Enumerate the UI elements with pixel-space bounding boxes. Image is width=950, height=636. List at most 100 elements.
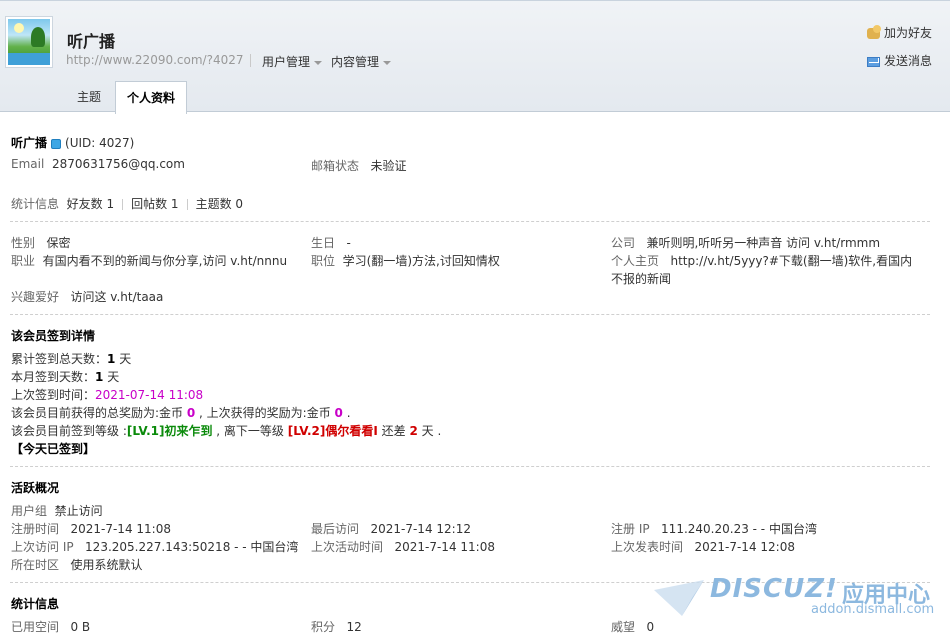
- profile-name-row: 听广播 (UID: 4027): [11, 134, 134, 151]
- reward-last-label: , 上次获得的奖励为:金币: [195, 406, 335, 420]
- email-status-value: 未验证: [370, 159, 407, 173]
- gender-label: 性别: [11, 236, 36, 250]
- email-value: 2870631756@qq.com: [51, 157, 185, 171]
- timezone-row: 所在时区 使用系统默认: [11, 556, 142, 573]
- send-message-link[interactable]: 发送消息: [867, 52, 932, 69]
- hobby-value: 访问这 v.ht/taaa: [70, 290, 164, 304]
- job-row: 职业 有国内看不到的新闻与你分享,访问 v.ht/nnnu: [11, 252, 287, 269]
- last-visit-label: 最后访问: [311, 522, 360, 536]
- add-friend-label: 加为好友: [884, 26, 933, 40]
- gender-value: 保密: [46, 236, 71, 250]
- usergroup-row: 用户组 禁止访问: [11, 502, 103, 519]
- add-friend-link[interactable]: 加为好友: [867, 24, 932, 41]
- last-active-value: 2021-7-14 11:08: [394, 540, 495, 554]
- last-visit-value: 2021-7-14 12:12: [370, 522, 471, 536]
- level-gap-label: 还差: [377, 424, 410, 438]
- homepage-row: 个人主页 http://v.ht/5yyy?#下载(翻一墙)软件,看国内: [611, 252, 912, 269]
- profile-name: 听广播: [11, 136, 48, 150]
- signin-total-label: 累计签到总天数：: [11, 352, 108, 366]
- divider: [186, 199, 188, 210]
- chevron-down-icon: [383, 60, 392, 65]
- last-ip-label: 上次访问 IP: [11, 540, 74, 554]
- stats-summary-row: 统计信息 好友数 1 回帖数 1 主题数 0: [11, 195, 243, 212]
- divider: [10, 466, 930, 467]
- add-friend-icon: [867, 25, 881, 39]
- reward-total-label: 该会员目前获得的总奖励为:金币: [11, 406, 187, 420]
- signin-month-row: 本月签到天数：1 天: [11, 368, 119, 385]
- job-label: 职业: [11, 254, 36, 268]
- reg-time-label: 注册时间: [11, 522, 60, 536]
- header-username: 听广播: [67, 32, 116, 51]
- last-active-row: 上次活动时间 2021-7-14 11:08: [311, 538, 495, 555]
- stats-summary-label: 统计信息: [11, 197, 60, 211]
- usergroup-value[interactable]: 禁止访问: [55, 504, 103, 518]
- user-manage-menu[interactable]: 用户管理: [262, 53, 323, 70]
- reward-total-value: 0: [186, 406, 196, 420]
- prestige-label: 威望: [611, 620, 636, 634]
- position-label: 职位: [311, 254, 336, 268]
- tab-topics[interactable]: 主题: [62, 81, 116, 113]
- birthday-value: -: [346, 236, 351, 250]
- reg-ip-label: 注册 IP: [611, 522, 650, 536]
- position-row: 职位 学习(翻一墙)方法,讨回知情权: [311, 252, 500, 269]
- content-manage-menu[interactable]: 内容管理: [331, 53, 392, 70]
- email-status-label: 邮箱状态: [311, 159, 360, 173]
- email-label: Email: [11, 157, 45, 171]
- chevron-down-icon: [314, 60, 323, 65]
- topics-count-link[interactable]: 主题数 0: [196, 197, 243, 211]
- content-manage-label: 内容管理: [331, 55, 380, 69]
- level-gap-value: 2: [409, 424, 418, 438]
- reg-time-value: 2021-7-14 11:08: [70, 522, 171, 536]
- timezone-label: 所在时区: [11, 558, 60, 572]
- signin-last-row: 上次签到时间：2021-07-14 11:08: [11, 386, 203, 403]
- points-row: 积分 12: [311, 618, 362, 635]
- mail-icon: [867, 56, 880, 67]
- usergroup-label: 用户组: [11, 504, 48, 518]
- reward-end: .: [342, 406, 351, 420]
- last-post-value: 2021-7-14 12:08: [694, 540, 795, 554]
- birthday-row: 生日 -: [311, 234, 351, 251]
- space-url-link[interactable]: http://www.22090.com/?4027: [66, 53, 244, 67]
- replies-count-link[interactable]: 回帖数 1: [131, 197, 178, 211]
- avatar[interactable]: [5, 16, 53, 68]
- level-current: [LV.1]初来乍到: [126, 424, 213, 438]
- activity-section-title: 活跃概况: [11, 481, 60, 495]
- reg-ip-value: 111.240.20.23 - - 中国台湾: [661, 522, 817, 536]
- prestige-row: 威望 0: [611, 618, 654, 635]
- level-gap-suffix: 天 .: [417, 424, 442, 438]
- signin-today-status: 【今天已签到】: [11, 442, 96, 456]
- friends-count-link[interactable]: 好友数 1: [67, 197, 114, 211]
- day-unit: 天: [115, 352, 132, 366]
- signin-level-row: 该会员目前签到等级 :[LV.1]初来乍到 , 离下一等级 [LV.2]偶尔看看…: [11, 422, 441, 439]
- reward-last-value: 0: [334, 406, 343, 420]
- level-next: [LV.2]偶尔看看I: [287, 424, 378, 438]
- signin-section-title: 该会员签到详情: [11, 329, 96, 343]
- last-visit-row: 最后访问 2021-7-14 12:12: [311, 520, 471, 537]
- reg-time-row: 注册时间 2021-7-14 11:08: [11, 520, 171, 537]
- birthday-label: 生日: [311, 236, 336, 250]
- email-row: Email 2870631756@qq.com: [11, 157, 185, 171]
- last-ip-value: 123.205.227.143:50218 - - 中国台湾: [85, 540, 299, 554]
- homepage-row-continued: 不报的新闻: [611, 270, 671, 287]
- gender-row: 性别 保密: [11, 234, 70, 251]
- divider: [10, 314, 930, 315]
- signin-last-label: 上次签到时间：: [11, 388, 96, 402]
- divider: [250, 54, 251, 67]
- used-space-label: 已用空间: [11, 620, 60, 634]
- send-message-label: 发送消息: [884, 54, 933, 68]
- email-status-row: 邮箱状态 未验证: [311, 157, 406, 174]
- points-value: 12: [346, 620, 362, 634]
- day-unit: 天: [103, 370, 120, 384]
- stats-section-title: 统计信息: [11, 597, 60, 611]
- used-space-value: 0 B: [70, 620, 91, 634]
- used-space-row: 已用空间 0 B: [11, 618, 90, 635]
- level-mid-text: , 离下一等级: [212, 424, 288, 438]
- position-value: 学习(翻一墙)方法,讨回知情权: [342, 254, 500, 268]
- homepage-value[interactable]: http://v.ht/5yyy?#下载(翻一墙)软件,看国内: [670, 254, 912, 268]
- divider: [10, 221, 930, 222]
- company-row: 公司 兼听则明,听听另一种声音 访问 v.ht/rmmm: [611, 234, 880, 251]
- hobby-row: 兴趣爱好 访问这 v.ht/taaa: [11, 288, 163, 305]
- level-label: 该会员目前签到等级 :: [11, 424, 127, 438]
- tab-profile[interactable]: 个人资料: [115, 81, 187, 114]
- profile-header: 听广播 http://www.22090.com/?4027 用户管理 内容管理…: [0, 0, 950, 114]
